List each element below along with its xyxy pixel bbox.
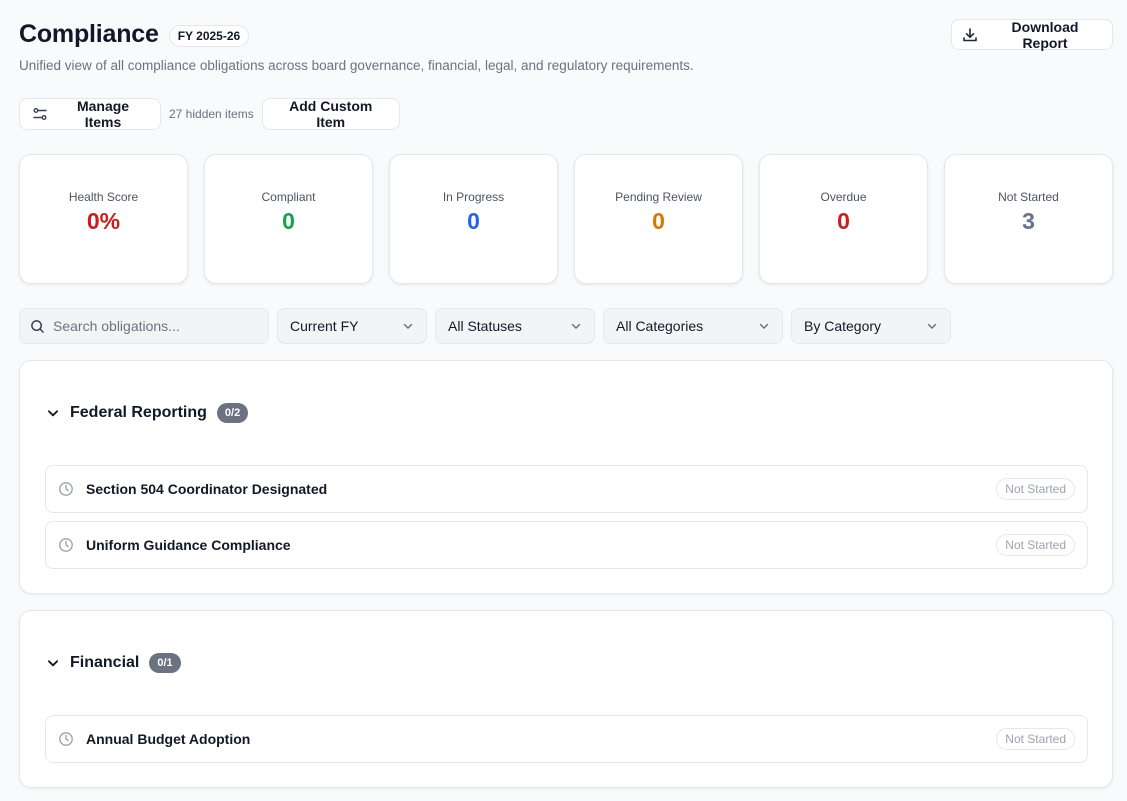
stat-value: 0 [652, 207, 665, 234]
search-input[interactable] [53, 318, 253, 334]
page-title: Compliance [19, 20, 159, 48]
section-header[interactable]: Federal Reporting 0/2 [46, 403, 249, 423]
stat-card-overdue: Overdue 0 [759, 154, 928, 284]
stat-label: Health Score [68, 189, 139, 204]
status-badge: Not Started [996, 728, 1075, 750]
chevron-down-icon [758, 320, 770, 332]
stat-label: In Progress [442, 189, 505, 204]
status-badge: Not Started [996, 534, 1075, 556]
obligation-item[interactable]: Annual Budget Adoption Not Started [45, 715, 1088, 763]
fiscal-year-select[interactable]: Current FY [277, 308, 427, 344]
search-box [19, 308, 269, 344]
sliders-icon [32, 106, 48, 122]
section-count-badge: 0/1 [149, 653, 181, 673]
category-select[interactable]: All Categories [603, 308, 783, 344]
stat-value: 3 [1022, 207, 1035, 234]
category-section-federal-reporting: Federal Reporting 0/2 Section 504 Coordi… [19, 360, 1113, 594]
stat-card-compliant: Compliant 0 [204, 154, 373, 284]
stat-value: 0% [86, 207, 121, 234]
stat-label: Pending Review [615, 189, 702, 204]
manage-items-label: Manage Items [76, 98, 130, 130]
stats-row: Health Score 0% Compliant 0 In Progress … [19, 154, 1113, 284]
obligation-title: Section 504 Coordinator Designated [86, 481, 328, 497]
stat-value: 0 [837, 207, 850, 234]
clock-icon [58, 731, 74, 747]
fiscal-year-select-value: Current FY [290, 318, 359, 334]
download-icon [962, 27, 978, 43]
section-title: Federal Reporting [70, 404, 207, 421]
status-select[interactable]: All Statuses [435, 308, 595, 344]
section-title: Financial [70, 654, 140, 671]
page-subtitle: Unified view of all compliance obligatio… [19, 58, 694, 73]
add-custom-item-button[interactable]: Add Custom Item [261, 98, 400, 130]
filter-bar: Current FY All Statuses All Categories B… [19, 308, 951, 344]
download-report-label: Download Report [1011, 18, 1079, 51]
stat-card-in-progress: In Progress 0 [389, 154, 558, 284]
group-by-select-value: By Category [804, 318, 882, 334]
hidden-items-count: 27 hidden items [169, 107, 254, 121]
chevron-down-icon[interactable] [46, 406, 60, 420]
section-header[interactable]: Financial 0/1 [46, 653, 181, 673]
manage-items-button[interactable]: Manage Items [19, 98, 161, 130]
section-count-badge: 0/2 [216, 403, 249, 423]
search-icon [30, 319, 45, 334]
status-badge: Not Started [996, 478, 1075, 500]
clock-icon [58, 537, 74, 553]
category-select-value: All Categories [616, 318, 704, 334]
obligation-title: Uniform Guidance Compliance [86, 537, 291, 553]
stat-card-pending-review: Pending Review 0 [574, 154, 743, 284]
stat-card-not-started: Not Started 3 [944, 154, 1113, 284]
stat-card-health-score: Health Score 0% [19, 154, 188, 284]
clock-icon [58, 481, 74, 497]
page-header: Compliance FY 2025-26 Unified view of al… [19, 20, 1113, 80]
stat-label: Not Started [998, 189, 1059, 204]
stat-label: Overdue [820, 189, 867, 204]
obligation-title: Annual Budget Adoption [86, 731, 251, 747]
stat-label: Compliant [261, 189, 316, 204]
chevron-down-icon [926, 320, 938, 332]
chevron-down-icon [570, 320, 582, 332]
stat-value: 0 [282, 207, 295, 234]
status-select-value: All Statuses [448, 318, 522, 334]
chevron-down-icon [402, 320, 414, 332]
download-report-button[interactable]: Download Report [951, 18, 1113, 51]
group-by-select[interactable]: By Category [791, 308, 951, 344]
fiscal-year-badge: FY 2025-26 [168, 24, 250, 47]
obligation-item[interactable]: Uniform Guidance Compliance Not Started [45, 521, 1088, 569]
chevron-down-icon[interactable] [46, 656, 60, 670]
toolbar: Manage Items 27 hidden items Add Custom … [19, 98, 400, 130]
stat-value: 0 [467, 207, 480, 234]
category-section-financial: Financial 0/1 Annual Budget Adoption Not… [19, 610, 1113, 788]
obligation-item[interactable]: Section 504 Coordinator Designated Not S… [45, 465, 1088, 513]
